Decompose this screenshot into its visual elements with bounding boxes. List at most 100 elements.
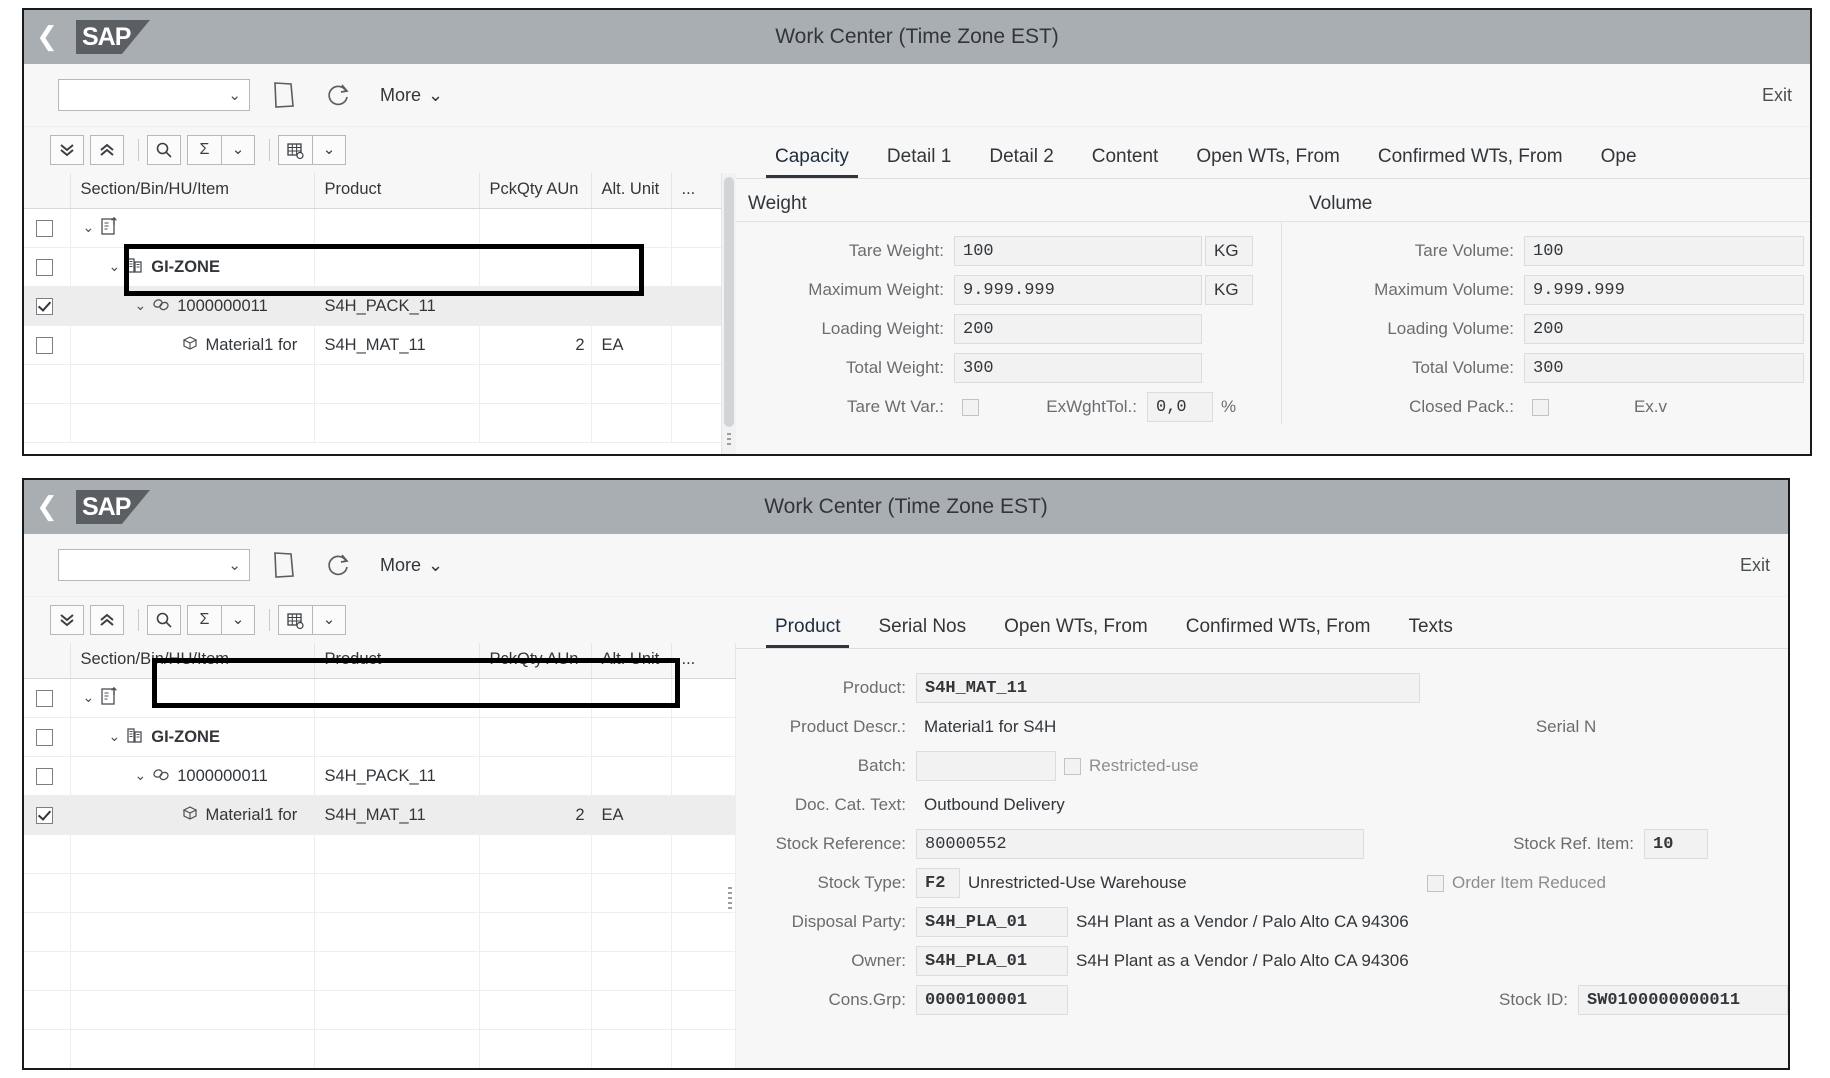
tab-detail-1[interactable]: Detail 1 [868, 146, 970, 178]
column-header-more[interactable]: ... [671, 643, 736, 679]
cell-product[interactable] [314, 404, 479, 443]
column-header-product[interactable]: Product [314, 643, 479, 679]
row-select-cell[interactable] [24, 718, 70, 757]
cell-more[interactable] [671, 991, 736, 1030]
collapse-all-icon[interactable] [90, 135, 124, 165]
table-row[interactable]: ⌄ [24, 679, 736, 718]
cell-alt-unit[interactable] [591, 287, 671, 326]
tree-expand-chevron-down-icon[interactable]: ⌄ [135, 297, 147, 314]
cell-product[interactable] [314, 1030, 479, 1069]
tree-expand-chevron-down-icon[interactable]: ⌄ [83, 689, 95, 706]
cell-more[interactable] [671, 874, 736, 913]
row-checkbox[interactable] [36, 220, 53, 237]
tree-table-top[interactable]: Section/Bin/HU/Item Product PckQty AUn A… [24, 173, 736, 443]
stock-type-input[interactable]: F2 [916, 868, 960, 898]
cell-product[interactable]: S4H_PACK_11 [314, 757, 479, 796]
tab-open-wts-from[interactable]: Open WTs, From [985, 616, 1167, 648]
row-checkbox[interactable] [36, 298, 53, 315]
cell-more[interactable] [671, 796, 736, 835]
search-icon[interactable] [147, 605, 181, 635]
cell-more[interactable] [671, 913, 736, 952]
cell-more[interactable] [671, 952, 736, 991]
exwghttol-input[interactable]: 0,0 [1147, 392, 1213, 422]
refresh-icon[interactable] [318, 78, 358, 112]
cell-pckqty[interactable]: 2 [479, 326, 591, 365]
total-weight-input[interactable]: 300 [954, 353, 1202, 383]
column-header-altunit[interactable]: Alt. Unit [591, 643, 671, 679]
cell-product[interactable] [314, 952, 479, 991]
sum-dropdown-chevron-down-icon[interactable]: ⌄ [221, 605, 255, 635]
row-select-cell[interactable] [24, 1030, 70, 1069]
column-header-section[interactable]: Section/Bin/HU/Item [70, 173, 314, 209]
cell-section-bin-hu-item[interactable] [70, 1030, 314, 1069]
table-row[interactable]: Material1 forS4H_MAT_112EA [24, 326, 736, 365]
cell-alt-unit[interactable] [591, 835, 671, 874]
owner-input[interactable]: S4H_PLA_01 [916, 946, 1068, 976]
cell-more[interactable] [671, 1030, 736, 1069]
cell-alt-unit[interactable] [591, 1030, 671, 1069]
cell-pckqty[interactable] [479, 1030, 591, 1069]
cell-product[interactable]: S4H_MAT_11 [314, 326, 479, 365]
cell-product[interactable] [314, 874, 479, 913]
table-row[interactable] [24, 835, 736, 874]
row-select-cell[interactable] [24, 365, 70, 404]
cell-section-bin-hu-item[interactable]: ⌄GI-ZONE [70, 718, 314, 757]
cell-pckqty[interactable]: 2 [479, 796, 591, 835]
cell-section-bin-hu-item[interactable]: Material1 for [70, 796, 314, 835]
cell-pckqty[interactable] [479, 952, 591, 991]
cell-pckqty[interactable] [479, 209, 591, 248]
tab-content[interactable]: Content [1073, 146, 1178, 178]
cell-section-bin-hu-item[interactable] [70, 874, 314, 913]
cell-section-bin-hu-item[interactable]: ⌄1000000011 [70, 287, 314, 326]
column-header-section[interactable]: Section/Bin/HU/Item [70, 643, 314, 679]
cell-alt-unit[interactable] [591, 248, 671, 287]
row-checkbox[interactable] [36, 729, 53, 746]
tab-open-wts-from[interactable]: Open WTs, From [1177, 146, 1359, 178]
cell-alt-unit[interactable]: EA [591, 796, 671, 835]
cell-more[interactable] [671, 757, 736, 796]
row-select-cell[interactable] [24, 952, 70, 991]
cell-pckqty[interactable] [479, 991, 591, 1030]
cell-pckqty[interactable] [479, 404, 591, 443]
tree-table-bottom[interactable]: Section/Bin/HU/Item Product PckQty AUn A… [24, 643, 736, 1069]
cell-alt-unit[interactable] [591, 952, 671, 991]
cell-more[interactable] [671, 679, 736, 718]
row-select-cell[interactable] [24, 991, 70, 1030]
table-row[interactable]: ⌄1000000011S4H_PACK_11 [24, 287, 736, 326]
cell-section-bin-hu-item[interactable] [70, 835, 314, 874]
cell-section-bin-hu-item[interactable] [70, 952, 314, 991]
table-row[interactable] [24, 991, 736, 1030]
table-row[interactable]: ⌄GI-ZONE [24, 718, 736, 757]
disposal-party-input[interactable]: S4H_PLA_01 [916, 907, 1068, 937]
sap-logo[interactable]: SAP [76, 20, 150, 54]
cell-section-bin-hu-item[interactable] [70, 404, 314, 443]
exit-button[interactable]: Exit [1762, 85, 1792, 106]
refresh-icon[interactable] [318, 548, 358, 582]
row-select-cell[interactable] [24, 209, 70, 248]
tab-confirmed-wts-from[interactable]: Confirmed WTs, From [1167, 616, 1390, 648]
select-all-header[interactable] [24, 643, 70, 679]
cell-alt-unit[interactable] [591, 365, 671, 404]
tab-texts[interactable]: Texts [1389, 616, 1471, 648]
cell-alt-unit[interactable] [591, 718, 671, 757]
cell-pckqty[interactable] [479, 874, 591, 913]
table-row[interactable]: ⌄GI-ZONE [24, 248, 736, 287]
page-icon[interactable] [264, 548, 304, 582]
row-checkbox[interactable] [36, 337, 53, 354]
cons-grp-input[interactable]: 0000100001 [916, 985, 1068, 1015]
row-checkbox[interactable] [36, 807, 53, 824]
tare-wt-var-checkbox[interactable] [962, 399, 979, 416]
splitter-grip[interactable] [728, 887, 732, 909]
closed-pack-checkbox[interactable] [1532, 399, 1549, 416]
cell-product[interactable] [314, 248, 479, 287]
order-item-reduced-checkbox[interactable] [1427, 875, 1444, 892]
table-row[interactable] [24, 365, 736, 404]
row-checkbox[interactable] [36, 259, 53, 276]
restricted-use-checkbox[interactable] [1064, 758, 1081, 775]
table-settings-chevron-down-icon[interactable]: ⌄ [312, 605, 346, 635]
maximum-weight-input[interactable]: 9.999.999 [954, 275, 1202, 305]
back-chevron-icon[interactable]: ❮ [24, 24, 70, 50]
collapse-all-icon[interactable] [90, 605, 124, 635]
row-select-cell[interactable] [24, 248, 70, 287]
cell-alt-unit[interactable] [591, 679, 671, 718]
